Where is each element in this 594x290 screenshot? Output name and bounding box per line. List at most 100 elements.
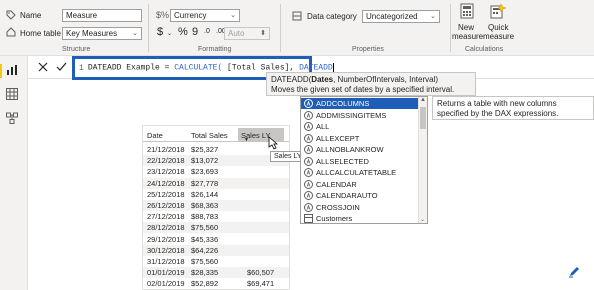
table-grid-icon [6,88,18,100]
format-value: Currency [174,11,207,20]
signature-current-param: Dates [311,75,334,84]
autocomplete-item[interactable]: ALLCALCULATETABLE [301,167,418,178]
mouse-pointer-icon [268,136,279,152]
function-icon [304,168,313,177]
function-icon [304,110,313,120]
table-row: 31/12/2018 $75,560 [143,256,289,267]
cell-total-sales: $75,560 [191,257,219,266]
autocomplete-item-label: ALLCALCULATETABLE [316,168,397,177]
check-icon[interactable] [56,62,67,74]
autocomplete-item-label: Customers [316,214,353,223]
data-category-select[interactable]: Uncategorized ⌄ [362,10,440,23]
autocomplete-item[interactable]: CROSSJOIN [301,202,418,213]
cell-total-sales: $27,778 [191,178,219,188]
name-input[interactable]: Measure [62,9,142,22]
cell-total-sales: $13,072 [191,156,219,166]
table-row: 27/12/2018 $88,783 [143,211,289,222]
format-painter-icon[interactable] [568,266,580,280]
function-icon [304,202,313,212]
cell-total-sales: $88,783 [191,212,219,222]
new-measure-label-1: New [458,23,475,32]
cell-total-sales: $23,693 [191,167,219,177]
currency-button[interactable]: $ [157,26,163,38]
function-icon [304,179,313,189]
cell-date: 30/12/2018 [147,245,185,255]
data-view-button[interactable] [6,88,22,102]
cell-total-sales: $45,336 [191,234,219,244]
autocomplete-item[interactable]: ALL [301,121,418,132]
autocomplete-item[interactable]: ALLSELECTED [301,156,418,167]
decrease-decimal-button[interactable]: .0 [204,28,210,35]
divider [280,4,281,52]
autocomplete-item-label: ADDCOLUMNS [316,99,370,108]
autocomplete-scrollbar[interactable]: ▲ ⌄ [418,97,427,223]
cell-total-sales: $75,560 [191,223,219,233]
autocomplete-item-label: ALL [316,122,330,131]
autocomplete-item[interactable]: ALLNOBLANKROW [301,144,418,155]
signature-description: Moves the given set of dates by a specif… [271,85,455,94]
line-number: 1 [79,63,84,73]
autocomplete-item-label: ALLEXCEPT [316,133,360,143]
autocomplete-item[interactable]: CALENDARAUTO [301,190,418,201]
signature-line: DATEADD(Dates, NumberOfIntervals, Interv… [271,75,471,85]
data-category-icon [292,11,302,23]
close-icon[interactable] [38,62,48,74]
new-measure-button[interactable]: New measure [452,3,484,43]
table-row: 24/12/2018 $27,778 [143,177,289,189]
divider [450,4,451,52]
report-view-button[interactable] [0,64,22,78]
cell-sales-ly: $60,507 [247,268,275,278]
decimal-places-input[interactable]: Auto ⬍ [224,27,270,40]
table-row: 30/12/2018 $64,226 [143,244,289,256]
quick-measure-label-1: Quick [488,23,509,32]
view-switcher [0,56,28,290]
column-header-total-sales[interactable]: Total Sales [191,131,228,140]
group-formatting-title: Formatting [198,46,232,53]
model-icon [6,112,18,124]
table-row: 02/01/2019 $52,892 $69,471 [143,278,289,289]
scroll-up-icon[interactable]: ▲ [420,97,426,103]
autocomplete-item-label: ALLSELECTED [316,156,369,166]
table-row: 28/12/2018 $75,560 [143,222,289,234]
autocomplete-item[interactable]: Customers [301,213,418,223]
chevron-down-icon: ⌄ [132,30,138,37]
formula-fn-calculate: CALCULATE( [174,63,223,73]
cell-total-sales: $68,363 [191,201,219,210]
auto-value: Auto [228,29,245,38]
autocomplete-description: Returns a table with new columns specifi… [432,96,594,120]
new-measure-label-2: measure [452,32,484,41]
scrollbar-thumb[interactable] [420,107,426,129]
autocomplete-list[interactable]: ADDCOLUMNS ADDMISSINGITEMS ALL ALLEXCEPT ALL… [300,96,428,224]
comma-button[interactable]: 9 [192,26,198,38]
sort-descending-icon[interactable]: ▼ [244,137,249,143]
cell-total-sales: $25,327 [191,145,219,154]
group-structure-title: Structure [62,46,91,53]
autocomplete-item[interactable]: ADDMISSINGITEMS [301,110,418,121]
table-row: 22/12/2018 $13,072 [143,155,289,167]
chevron-down-icon: ⌄ [230,12,236,19]
group-properties-title: Properties [352,46,384,53]
cell-date: 23/12/2018 [147,167,185,177]
group-calculations-title: Calculations [465,46,504,53]
cell-date: 24/12/2018 [147,178,185,188]
format-select[interactable]: Currency ⌄ [170,9,240,22]
percent-button[interactable]: % [178,26,188,38]
data-category-label: Data category [307,12,357,21]
chevron-down-icon[interactable]: ⌄ [167,30,172,37]
column-header-date[interactable]: Date [147,131,163,140]
autocomplete-item[interactable]: ALLEXCEPT [301,133,418,144]
bar-chart-icon [7,65,17,75]
home-table-select[interactable]: Key Measures ⌄ [62,27,142,40]
cell-total-sales: $26,144 [191,189,219,199]
autocomplete-item[interactable]: CALENDAR [301,179,418,190]
quick-measure-button[interactable]: Quick measure [483,3,514,43]
table-row: 23/12/2018 $23,693 [143,166,289,177]
stepper-icon: ⬍ [260,30,266,37]
model-view-button[interactable] [6,112,22,126]
scroll-down-icon[interactable]: ⌄ [420,216,425,223]
autocomplete-item[interactable]: ADDCOLUMNS [301,98,418,109]
quick-measure-icon [490,3,507,21]
signature-prefix: DATEADD( [271,75,312,84]
table-icon [304,214,313,223]
table-row: 01/01/2019 $28,335 $60,507 [143,267,289,279]
